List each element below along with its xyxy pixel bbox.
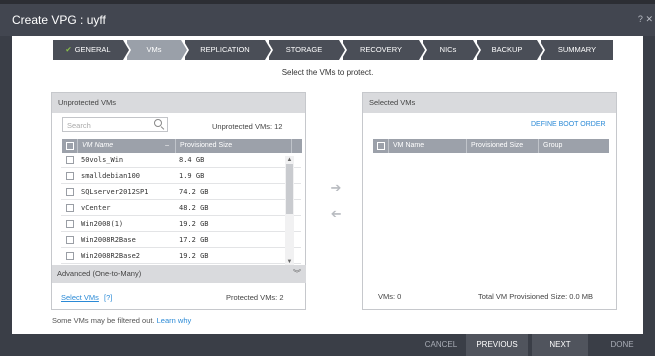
right-frame <box>643 36 655 334</box>
move-left-icon[interactable]: ➔ <box>329 206 343 221</box>
table-row[interactable]: 50vols_Win 8.4 GB <box>61 152 301 168</box>
wizard-steps: ✔ GENERAL VMs REPLICATION STORAGE RECOVER… <box>53 40 613 60</box>
row-checkbox[interactable] <box>66 220 74 228</box>
step-nics[interactable]: NICs <box>423 40 481 60</box>
select-all-checkbox[interactable] <box>377 142 385 150</box>
selected-vms-title: Selected VMs <box>363 93 616 113</box>
unprotected-count: Unprotected VMs: 12 <box>212 122 283 131</box>
scroll-up-icon[interactable]: ▲ <box>285 156 294 164</box>
select-vms-link[interactable]: Select VMs <box>61 293 99 302</box>
table-scrollbar[interactable]: ▲ ▼ <box>285 156 294 266</box>
step-replication[interactable]: REPLICATION <box>185 40 273 60</box>
define-boot-order-link[interactable]: DEFINE BOOT ORDER <box>531 121 606 128</box>
window-title-bar: Create VPG : uyff ? ✕ <box>0 0 655 36</box>
step-vms[interactable]: VMs <box>127 40 189 60</box>
table-row[interactable]: vCenter 48.2 GB <box>61 200 301 216</box>
unprotected-vms-title: Unprotected VMs <box>52 93 305 113</box>
cancel-button[interactable]: CANCEL <box>416 334 466 356</box>
table-row[interactable]: Win2008R2Base 17.2 GB <box>61 232 301 248</box>
table-row[interactable]: SQLserver2012SP1 74.2 GB <box>61 184 301 200</box>
row-checkbox[interactable] <box>66 156 74 164</box>
row-checkbox[interactable] <box>66 252 74 260</box>
instruction-text: Select the VMs to protect. <box>281 68 374 77</box>
help-link[interactable]: [?] <box>104 293 112 302</box>
step-backup[interactable]: BACKUP <box>477 40 545 60</box>
search-input[interactable]: Search <box>62 117 168 132</box>
search-icon <box>154 119 162 127</box>
column-provisioned-size[interactable]: Provisioned Size <box>176 139 292 153</box>
filtered-note: Some VMs may be filtered out. Learn why <box>52 316 192 325</box>
row-checkbox[interactable] <box>66 204 74 212</box>
column-vm-name[interactable]: VM Name – <box>78 139 176 153</box>
scrollbar-thumb[interactable] <box>286 164 293 214</box>
step-summary[interactable]: SUMMARY <box>541 40 613 60</box>
unprotected-table-header: VM Name – Provisioned Size <box>62 139 302 153</box>
next-button[interactable]: NEXT <box>532 334 588 356</box>
left-frame <box>0 36 12 334</box>
move-right-icon[interactable]: ➔ <box>329 181 343 195</box>
done-button[interactable]: DONE <box>592 334 652 356</box>
column-vm-name[interactable]: VM Name <box>389 139 467 153</box>
row-checkbox[interactable] <box>66 188 74 196</box>
wizard-footer: CANCEL PREVIOUS NEXT DONE <box>0 334 655 356</box>
window-controls: ? ✕ <box>638 14 653 25</box>
table-row[interactable]: Win2008R2Base2 19.2 GB <box>61 248 301 264</box>
sort-icon: – <box>165 142 169 149</box>
total-provisioned-size: Total VM Provisioned Size: 0.0 MB <box>478 292 594 301</box>
row-checkbox[interactable] <box>66 172 74 180</box>
column-provisioned-size[interactable]: Provisioned Size <box>467 139 539 153</box>
table-row[interactable]: Win2008(1) 19.2 GB <box>61 216 301 232</box>
protected-count: Protected VMs: 2 <box>226 293 284 302</box>
search-placeholder: Search <box>67 121 91 130</box>
advanced-one-to-many[interactable]: Advanced (One-to-Many) ︾ <box>52 265 306 283</box>
previous-button[interactable]: PREVIOUS <box>466 334 528 356</box>
learn-why-link[interactable]: Learn why <box>157 316 192 325</box>
double-chevron-down-icon: ︾ <box>293 269 301 278</box>
selected-table-header: VM Name Provisioned Size Group <box>373 139 609 153</box>
help-icon[interactable]: ? <box>638 14 643 24</box>
window-title: Create VPG : uyff <box>12 13 106 27</box>
step-storage[interactable]: STORAGE <box>269 40 347 60</box>
table-row[interactable]: smalldebian100 1.9 GB <box>61 168 301 184</box>
step-recovery[interactable]: RECOVERY <box>343 40 427 60</box>
select-all-checkbox[interactable] <box>66 142 74 150</box>
column-group[interactable]: Group <box>539 139 609 153</box>
check-icon: ✔ <box>65 45 72 54</box>
step-general[interactable]: ✔ GENERAL <box>53 40 131 60</box>
selected-vms-count: VMs: 0 <box>378 292 402 301</box>
row-checkbox[interactable] <box>66 236 74 244</box>
close-icon[interactable]: ✕ <box>645 14 653 24</box>
